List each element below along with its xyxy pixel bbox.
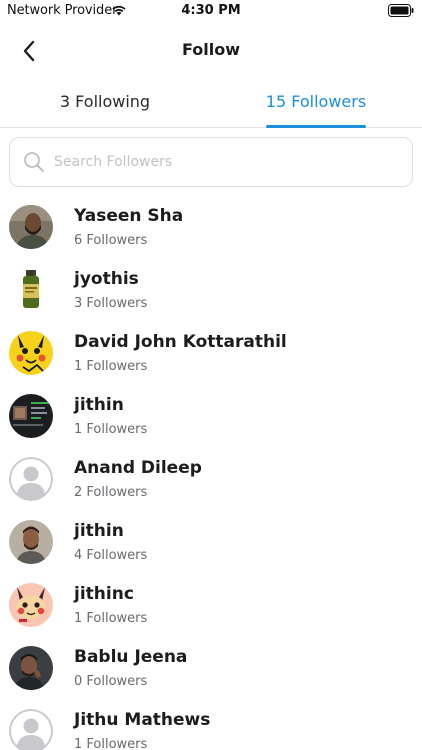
list-item[interactable]: jithin 4 Followers (0, 511, 422, 574)
follower-count: 4 Followers (74, 548, 148, 563)
follower-count: 0 Followers (74, 674, 148, 689)
avatar-photo-screen-dark[interactable] (9, 394, 53, 438)
tab-bar: 3 Following 15 Followers (0, 82, 422, 128)
back-button[interactable] (14, 36, 44, 66)
avatar-default-placeholder[interactable] (9, 709, 53, 750)
avatar-default-placeholder[interactable] (9, 457, 53, 501)
avatar-photo-bottle[interactable] (9, 268, 53, 312)
list-item[interactable]: jithin 1 Followers (0, 385, 422, 448)
avatar-photo-man-bearded[interactable] (9, 205, 53, 249)
follower-count: 1 Followers (74, 737, 148, 750)
follower-name: Jithu Mathews (74, 710, 211, 730)
follower-count: 1 Followers (74, 422, 148, 437)
follower-name: Yaseen Sha (74, 206, 184, 226)
search-icon (24, 152, 44, 172)
list-item[interactable]: David John Kottarathil 1 Followers (0, 322, 422, 385)
follower-name: jithinc (74, 584, 134, 604)
tab-followers[interactable]: 15 Followers (240, 82, 392, 128)
clock: 4:30 PM (181, 3, 241, 18)
avatar-pikachu-yellow[interactable] (9, 331, 53, 375)
follower-count: 3 Followers (74, 296, 148, 311)
follower-name: jyothis (74, 269, 139, 289)
avatar-photo-man-dark[interactable] (9, 646, 53, 690)
avatar-pikachu-pink[interactable] (9, 583, 53, 627)
chevron-left-icon (23, 40, 35, 62)
follower-name: Anand Dileep (74, 458, 202, 478)
battery-icon (388, 4, 414, 17)
list-item[interactable]: Anand Dileep 2 Followers (0, 448, 422, 511)
follower-count: 6 Followers (74, 233, 148, 248)
list-item[interactable]: jyothis 3 Followers (0, 259, 422, 322)
follower-name: Bablu Jeena (74, 647, 188, 667)
follower-count: 2 Followers (74, 485, 148, 500)
search-input[interactable] (54, 147, 394, 177)
follower-count: 1 Followers (74, 611, 148, 626)
list-item[interactable]: Jithu Mathews 1 Followers (0, 700, 422, 750)
follower-name: jithin (74, 521, 124, 541)
follower-name: David John Kottarathil (74, 332, 287, 352)
header: Follow (0, 30, 422, 70)
page-title: Follow (181, 40, 240, 59)
tab-following[interactable]: 3 Following (30, 82, 180, 128)
active-tab-indicator (266, 125, 366, 128)
search-box[interactable] (9, 137, 413, 187)
avatar-photo-man[interactable] (9, 520, 53, 564)
status-bar: Network Provider 4:30 PM (0, 0, 422, 22)
follower-name: jithin (74, 395, 124, 415)
list-item[interactable]: Yaseen Sha 6 Followers (0, 196, 422, 259)
follower-count: 1 Followers (74, 359, 148, 374)
list-item[interactable]: jithinc 1 Followers (0, 574, 422, 637)
list-item[interactable]: Bablu Jeena 0 Followers (0, 637, 422, 700)
